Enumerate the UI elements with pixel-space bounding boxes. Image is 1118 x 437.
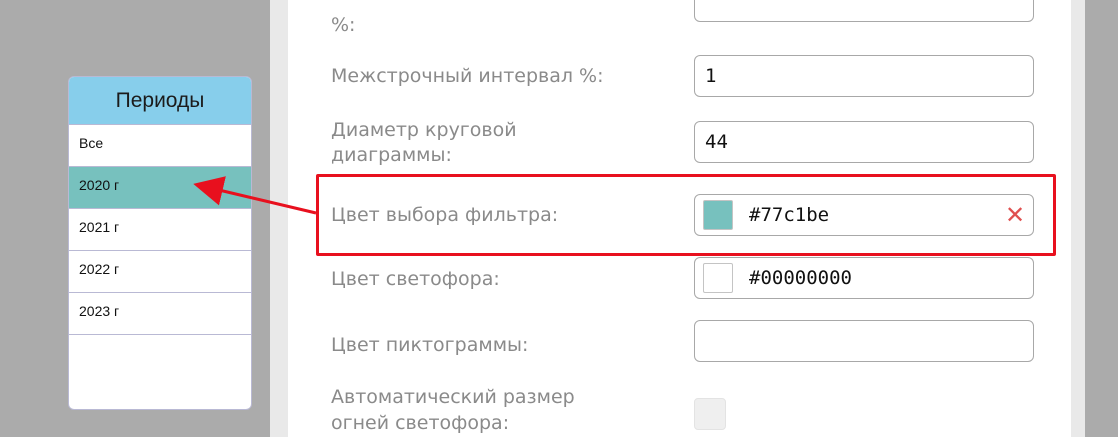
traffic-light-color-input[interactable]: #00000000: [694, 257, 1034, 299]
partial-input[interactable]: [694, 0, 1034, 22]
workspace-background-right: [1085, 0, 1118, 437]
period-item-2022[interactable]: 2022 г: [69, 251, 251, 293]
auto-light-size-checkbox[interactable]: [694, 398, 726, 430]
pie-diameter-input[interactable]: 44: [694, 121, 1034, 163]
period-item-all[interactable]: Все: [69, 125, 251, 167]
pictogram-color-input[interactable]: [694, 320, 1034, 362]
periods-filter-widget: Периоды Все 2020 г 2021 г 2022 г 2023 г: [68, 76, 252, 410]
auto-light-size-label-line2: огней светофора:: [331, 412, 510, 434]
settings-panel-right-border: [1071, 0, 1085, 437]
partial-label: %:: [331, 14, 356, 36]
auto-light-size-label-line1: Автоматический размер: [331, 386, 575, 408]
traffic-light-color-value: #00000000: [749, 267, 852, 289]
period-item-2023[interactable]: 2023 г: [69, 293, 251, 335]
period-item-2020[interactable]: 2020 г: [69, 167, 251, 209]
periods-header: Периоды: [69, 77, 251, 125]
period-item-2021[interactable]: 2021 г: [69, 209, 251, 251]
pie-diameter-label-line1: Диаметр круговой: [331, 119, 517, 141]
line-spacing-input[interactable]: 1: [694, 55, 1034, 97]
line-spacing-value: 1: [705, 65, 717, 87]
pie-diameter-value: 44: [705, 131, 728, 153]
pie-diameter-label-line2: диаграммы:: [331, 144, 452, 166]
traffic-light-color-swatch[interactable]: [703, 263, 733, 293]
traffic-light-color-label: Цвет светофора:: [331, 268, 500, 290]
line-spacing-label: Межстрочный интервал %:: [331, 65, 604, 87]
highlight-frame: [316, 174, 1056, 256]
settings-panel-left-border: [270, 0, 288, 437]
pictogram-color-label: Цвет пиктограммы:: [331, 334, 529, 356]
